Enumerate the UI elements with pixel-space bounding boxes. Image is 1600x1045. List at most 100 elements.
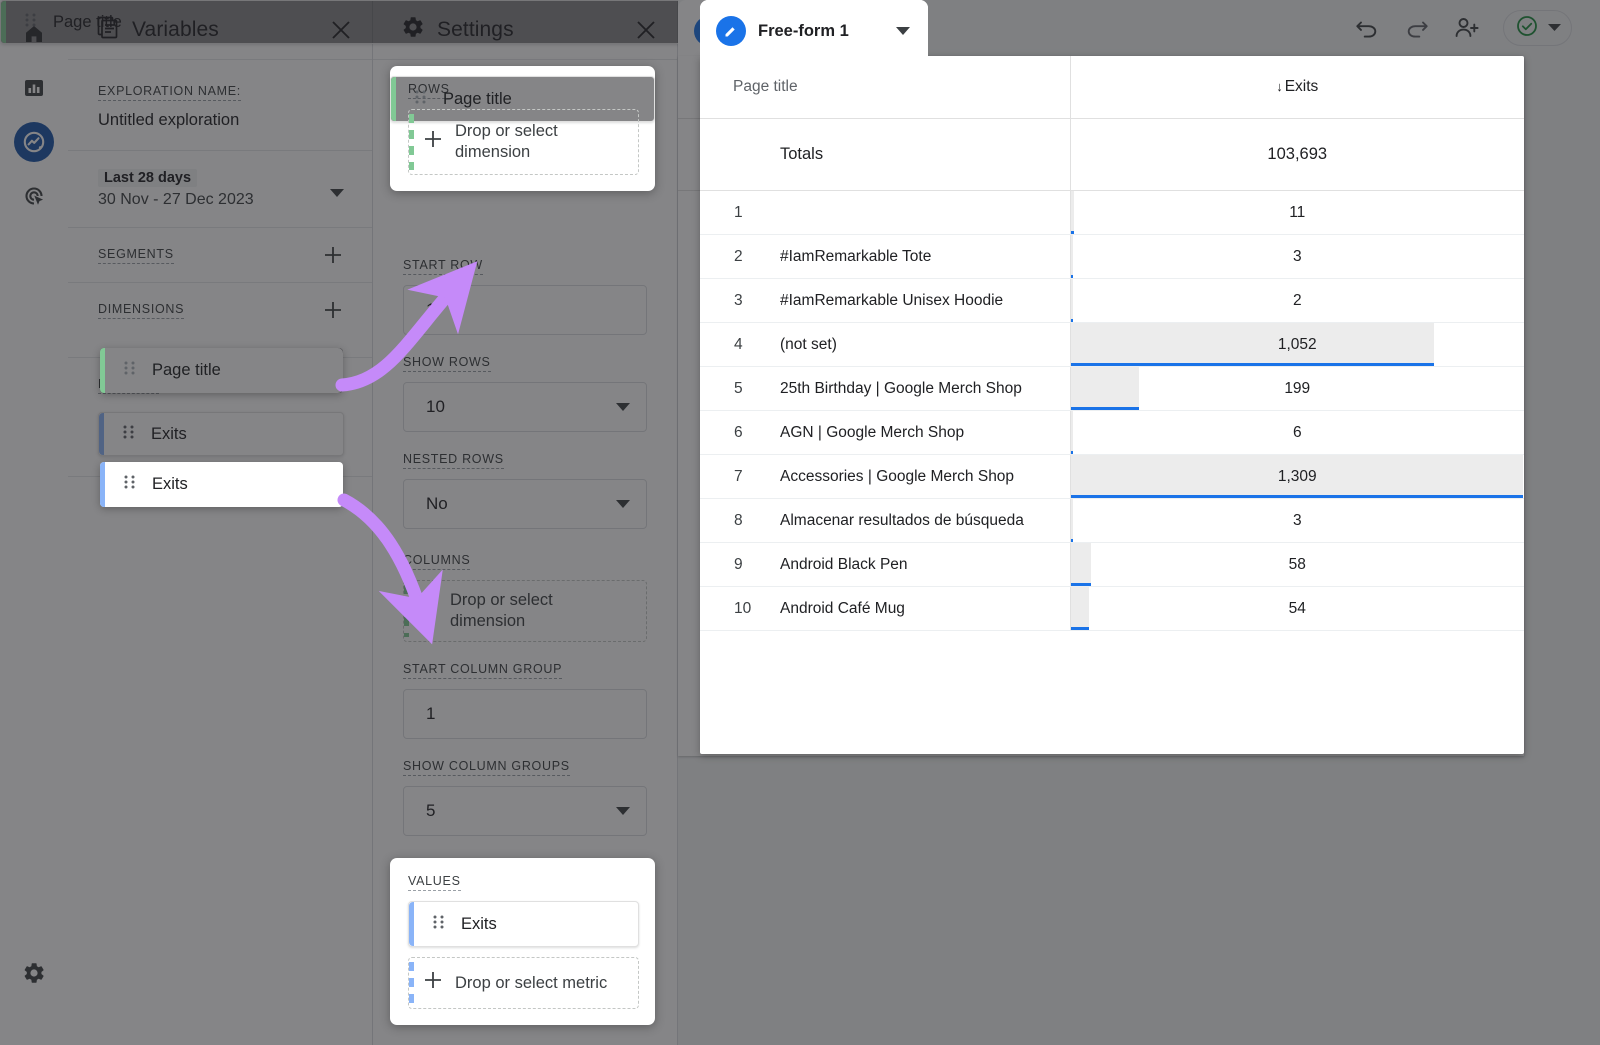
admin-gear-icon[interactable] (14, 953, 54, 993)
totals-label: Totals (700, 119, 1070, 191)
table-row[interactable]: 4(not set)1,052 (700, 323, 1524, 367)
highlight-metric-exits[interactable]: Exits (100, 462, 343, 507)
chevron-down-icon[interactable] (1548, 19, 1561, 37)
report-toolbar (1353, 10, 1572, 46)
variables-close-icon[interactable] (328, 17, 354, 43)
row-exits-value: 3 (1071, 499, 1524, 542)
chevron-down-icon[interactable] (616, 801, 630, 821)
table-row[interactable]: 3#IamRemarkable Unisex Hoodie2 (700, 279, 1524, 323)
reports-bar-chart-icon[interactable] (14, 68, 54, 108)
check-circle-icon (1516, 15, 1538, 42)
variables-panel: Variables EXPLORATION NAME: Untitled exp… (68, 0, 373, 1045)
totals-value: 103,693 (1070, 119, 1524, 191)
date-range-selector[interactable]: Last 28 days 30 Nov - 27 Dec 2023 (68, 151, 372, 228)
gear-icon (401, 15, 425, 44)
highlight-tab-free-form-1[interactable]: Free-form 1 (700, 0, 928, 62)
chevron-down-icon[interactable] (896, 22, 910, 41)
values-label: VALUES (408, 873, 461, 891)
home-icon[interactable] (14, 14, 54, 54)
row-index: 2 (700, 235, 780, 279)
edit-pencil-icon (716, 16, 746, 46)
rows-settings-card: ROWS Page title Drop or select dimension (390, 66, 655, 191)
add-dimension-icon[interactable] (322, 299, 344, 321)
row-exits-cell: 1,309 (1070, 455, 1524, 499)
start-row-input[interactable]: 1 (403, 285, 647, 335)
rows-dropzone[interactable]: Drop or select dimension (408, 109, 639, 175)
highlight-dimension-page-title[interactable]: Page title (100, 348, 343, 393)
table-row[interactable]: 525th Birthday | Google Merch Shop199 (700, 367, 1524, 411)
row-exits-value: 1,309 (1071, 455, 1524, 498)
table-row[interactable]: 8Almacenar resultados de búsqueda3 (700, 499, 1524, 543)
show-rows-label: SHOW ROWS (403, 354, 491, 372)
show-rows-select[interactable]: 10 (403, 382, 647, 432)
undo-icon[interactable] (1353, 14, 1381, 42)
rows-chip-label: Page title (443, 90, 512, 109)
drag-handle-icon[interactable] (124, 360, 138, 381)
start-column-group-label: START COLUMN GROUP (403, 661, 562, 679)
left-nav-rail (0, 0, 68, 1045)
chevron-down-icon[interactable] (616, 397, 630, 417)
redo-icon[interactable] (1403, 14, 1431, 42)
row-exits-value: 1,052 (1071, 323, 1524, 366)
table-row[interactable]: 2#IamRemarkable Tote3 (700, 235, 1524, 279)
row-page-title: #IamRemarkable Tote (780, 235, 1070, 279)
values-chip-exits[interactable]: Exits (408, 901, 639, 947)
column-header-exits[interactable]: ↓Exits (1070, 56, 1524, 119)
row-index: 3 (700, 279, 780, 323)
columns-group: COLUMNS Drop or select dimension (403, 529, 647, 642)
row-exits-cell: 58 (1070, 543, 1524, 587)
table-row[interactable]: 6AGN | Google Merch Shop6 (700, 411, 1524, 455)
row-index: 4 (700, 323, 780, 367)
row-page-title: Almacenar resultados de búsqueda (780, 499, 1070, 543)
highlight-report-card: Page title ↓Exits Totals 103,693 1112#Ia… (700, 56, 1524, 754)
row-exits-cell: 54 (1070, 587, 1524, 631)
drag-handle-icon[interactable] (433, 914, 447, 935)
tab-label: Free-form 1 (758, 22, 884, 41)
row-exits-cell: 3 (1070, 499, 1524, 543)
start-column-group-group: START COLUMN GROUP 1 (403, 642, 647, 739)
start-column-group-input[interactable]: 1 (403, 689, 647, 739)
row-index: 1 (700, 191, 780, 235)
table-row[interactable]: 9Android Black Pen58 (700, 543, 1524, 587)
column-header-exits-label: Exits (1285, 78, 1319, 95)
dimensions-section-header: DIMENSIONS (68, 283, 372, 337)
chevron-down-icon[interactable] (330, 185, 344, 203)
columns-dropzone[interactable]: Drop or select dimension (403, 580, 647, 642)
settings-close-icon[interactable] (633, 17, 659, 43)
drag-handle-icon[interactable] (124, 474, 138, 495)
rows-label: ROWS (408, 81, 450, 99)
show-column-groups-label: SHOW COLUMN GROUPS (403, 758, 570, 776)
nested-rows-select[interactable]: No (403, 479, 647, 529)
exploration-name-label: EXPLORATION NAME: (98, 83, 241, 101)
settings-panel-title: Settings (437, 18, 621, 42)
rows-dropzone-label: Drop or select dimension (455, 121, 615, 163)
row-page-title: Accessories | Google Merch Shop (780, 455, 1070, 499)
start-row-group: START ROW 1 (403, 238, 647, 335)
add-segment-icon[interactable] (322, 244, 344, 266)
table-header-row: Page title ↓Exits (700, 56, 1524, 119)
table-row[interactable]: 111 (700, 191, 1524, 235)
table-row[interactable]: 7Accessories | Google Merch Shop1,309 (700, 455, 1524, 499)
row-page-title: (not set) (780, 323, 1070, 367)
row-page-title: Android Black Pen (780, 543, 1070, 587)
exploration-name-section: EXPLORATION NAME: Untitled exploration (68, 60, 372, 151)
drag-handle-icon[interactable] (123, 424, 137, 445)
exploration-name-value[interactable]: Untitled exploration (98, 111, 344, 130)
chevron-down-icon[interactable] (616, 494, 630, 514)
metric-chip-exits[interactable]: Exits (98, 412, 344, 456)
save-status-pill[interactable] (1503, 10, 1572, 46)
share-add-user-icon[interactable] (1453, 14, 1481, 42)
explore-icon[interactable] (14, 122, 54, 162)
start-row-value: 1 (426, 300, 435, 320)
plus-icon (418, 598, 438, 624)
advertising-target-icon[interactable] (14, 176, 54, 216)
column-header-page-title[interactable]: Page title (700, 56, 1070, 119)
show-column-groups-select[interactable]: 5 (403, 786, 647, 836)
variables-panel-title: Variables (132, 18, 316, 42)
values-chip-label: Exits (461, 915, 497, 934)
metric-chip-label: Exits (151, 425, 187, 444)
row-exits-value: 199 (1071, 367, 1524, 410)
show-column-groups-group: SHOW COLUMN GROUPS 5 (403, 739, 647, 836)
values-dropzone[interactable]: Drop or select metric (408, 957, 639, 1009)
table-row[interactable]: 10Android Café Mug54 (700, 587, 1524, 631)
